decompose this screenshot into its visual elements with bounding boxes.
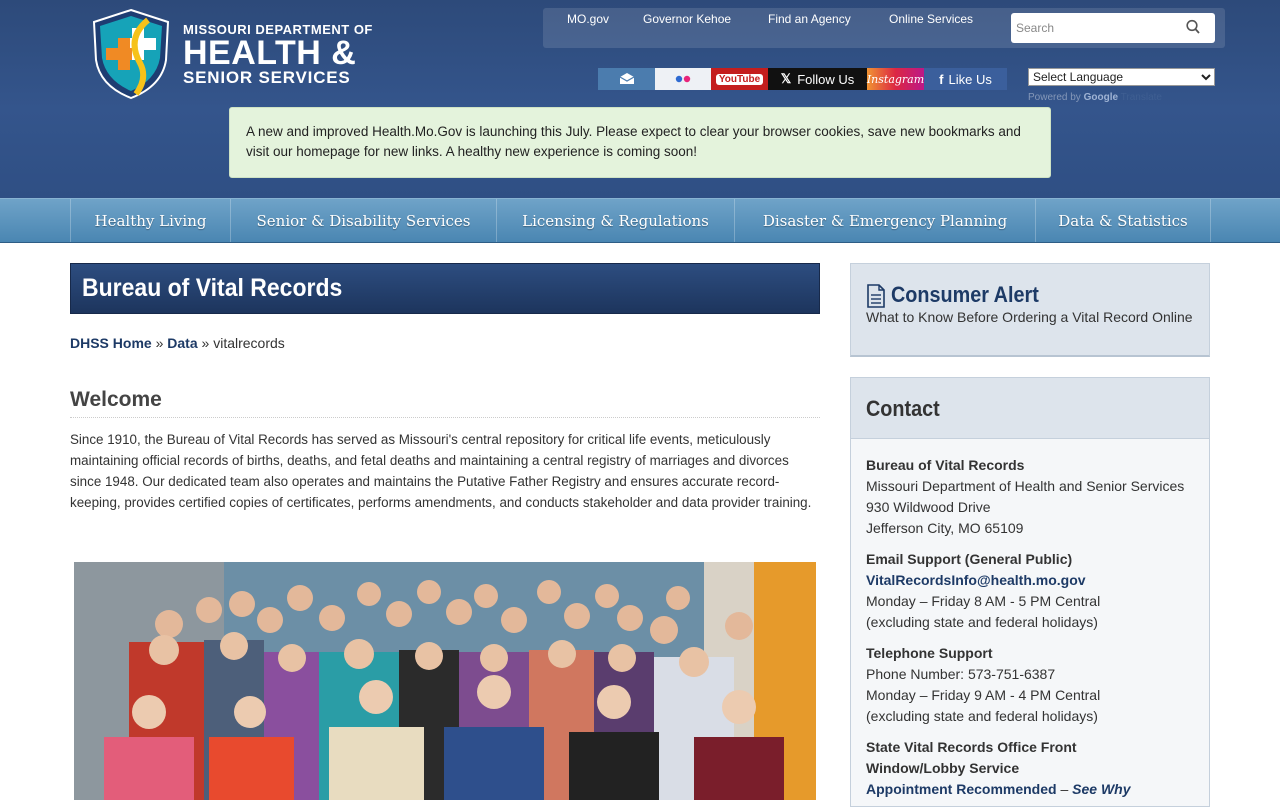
- x-icon: 𝕏: [780, 71, 792, 86]
- nav-licensing-regulations[interactable]: Licensing & Regulations: [497, 199, 735, 242]
- envelope-icon: [619, 73, 634, 84]
- contact-title: Contact: [866, 396, 940, 421]
- welcome-heading: Welcome: [70, 388, 820, 418]
- search-box: [1011, 13, 1215, 43]
- powered-by-label: Powered by: [1028, 92, 1081, 103]
- logo-line-2: HEALTH &: [183, 34, 357, 72]
- site-header: MISSOURI DEPARTMENT OF HEALTH & SENIOR S…: [0, 0, 1280, 198]
- staff-photo-image: [74, 562, 816, 800]
- see-why-link[interactable]: See Why: [1072, 781, 1130, 797]
- youtube-button[interactable]: YouTube: [711, 68, 768, 90]
- link-mo-gov[interactable]: MO.gov: [567, 12, 609, 26]
- instagram-button[interactable]: Instagram: [867, 68, 924, 90]
- contact-org-name: Bureau of Vital Records: [866, 457, 1025, 473]
- contact-address-block: Bureau of Vital Records Missouri Departm…: [866, 455, 1206, 539]
- phone-hours: Monday – Friday 9 AM - 4 PM Central: [866, 687, 1101, 703]
- document-icon: [867, 284, 885, 308]
- breadcrumb-home-link[interactable]: DHSS Home: [70, 335, 152, 351]
- translate-label: Translate: [1120, 92, 1162, 103]
- contact-header: Contact: [851, 378, 1209, 439]
- x-follow-button[interactable]: 𝕏 Follow Us: [768, 68, 867, 90]
- breadcrumb: DHSS Home » Data » vitalrecords: [70, 335, 285, 351]
- email-signup-button[interactable]: [598, 68, 655, 90]
- search-icon[interactable]: [1185, 19, 1201, 35]
- follow-us-label: Follow Us: [797, 71, 855, 87]
- contact-address-line-1: 930 Wildwood Drive: [866, 499, 991, 515]
- consumer-alert-title[interactable]: Consumer Alert: [891, 282, 1039, 308]
- appointment-recommended: Appointment Recommended: [866, 781, 1057, 797]
- consumer-alert-box[interactable]: Consumer Alert What to Know Before Order…: [850, 263, 1210, 357]
- contact-email-block: Email Support (General Public) VitalReco…: [866, 549, 1206, 633]
- appointment-dash: –: [1060, 781, 1069, 797]
- search-input[interactable]: [1011, 13, 1181, 43]
- phone-note: (excluding state and federal holidays): [866, 708, 1098, 724]
- instagram-icon: Instagram: [866, 72, 925, 86]
- nav-disaster-emergency[interactable]: Disaster & Emergency Planning: [735, 199, 1036, 242]
- powered-by-translate: Powered by Google Translate: [1028, 92, 1162, 103]
- page-title-bar: Bureau of Vital Records: [70, 263, 820, 314]
- breadcrumb-separator: »: [201, 335, 210, 351]
- telephone-support-heading: Telephone Support: [866, 645, 993, 661]
- intro-paragraph: Since 1910, the Bureau of Vital Records …: [70, 432, 812, 510]
- like-us-label: Like Us: [948, 71, 992, 87]
- link-find-agency[interactable]: Find an Agency: [768, 12, 851, 26]
- consumer-alert-subtitle: What to Know Before Ordering a Vital Rec…: [866, 309, 1193, 325]
- breadcrumb-data-link[interactable]: Data: [167, 335, 197, 351]
- nav-healthy-living[interactable]: Healthy Living: [70, 199, 231, 242]
- facebook-like-button[interactable]: f Like Us: [924, 68, 1007, 90]
- office-heading-line-2: Window/Lobby Service: [866, 760, 1020, 776]
- contact-office-block: State Vital Records Office Front Window/…: [866, 737, 1206, 800]
- breadcrumb-separator: »: [155, 335, 164, 351]
- breadcrumb-current: vitalrecords: [213, 335, 285, 351]
- email-hours: Monday – Friday 8 AM - 5 PM Central: [866, 593, 1101, 609]
- link-online-services[interactable]: Online Services: [889, 12, 973, 26]
- email-note: (excluding state and federal holidays): [866, 614, 1098, 630]
- nav-senior-disability[interactable]: Senior & Disability Services: [231, 199, 497, 242]
- flickr-icon: [675, 75, 691, 83]
- contact-body: Bureau of Vital Records Missouri Departm…: [866, 455, 1206, 810]
- dhss-logo[interactable]: MISSOURI DEPARTMENT OF HEALTH & SENIOR S…: [90, 8, 380, 103]
- site-notice-banner: A new and improved Health.Mo.Gov is laun…: [229, 107, 1051, 178]
- staff-group-photo: [74, 562, 816, 800]
- logo-text: MISSOURI DEPARTMENT OF HEALTH & SENIOR S…: [183, 22, 373, 87]
- phone-number: Phone Number: 573-751-6387: [866, 666, 1056, 682]
- contact-box: Contact Bureau of Vital Records Missouri…: [850, 377, 1210, 807]
- nav-data-statistics[interactable]: Data & Statistics: [1036, 199, 1211, 242]
- youtube-icon: YouTube: [715, 73, 764, 85]
- google-logo: Google: [1083, 92, 1119, 103]
- main-navigation: Healthy Living Senior & Disability Servi…: [0, 198, 1280, 243]
- office-heading-line-1: State Vital Records Office Front: [866, 739, 1077, 755]
- contact-address-line-2: Jefferson City, MO 65109: [866, 520, 1024, 536]
- facebook-icon: f: [939, 71, 944, 87]
- language-select[interactable]: Select Language: [1028, 68, 1215, 86]
- logo-line-3: SENIOR SERVICES: [183, 68, 351, 87]
- shield-logo-icon: [92, 8, 170, 100]
- email-support-heading: Email Support (General Public): [866, 551, 1073, 567]
- contact-phone-block: Telephone Support Phone Number: 573-751-…: [866, 643, 1206, 727]
- contact-org-dept: Missouri Department of Health and Senior…: [866, 478, 1185, 494]
- link-governor[interactable]: Governor Kehoe: [643, 12, 731, 26]
- page-title: Bureau of Vital Records: [82, 274, 343, 302]
- email-link[interactable]: VitalRecordsInfo@health.mo.gov: [866, 572, 1086, 588]
- flickr-button[interactable]: [655, 68, 711, 90]
